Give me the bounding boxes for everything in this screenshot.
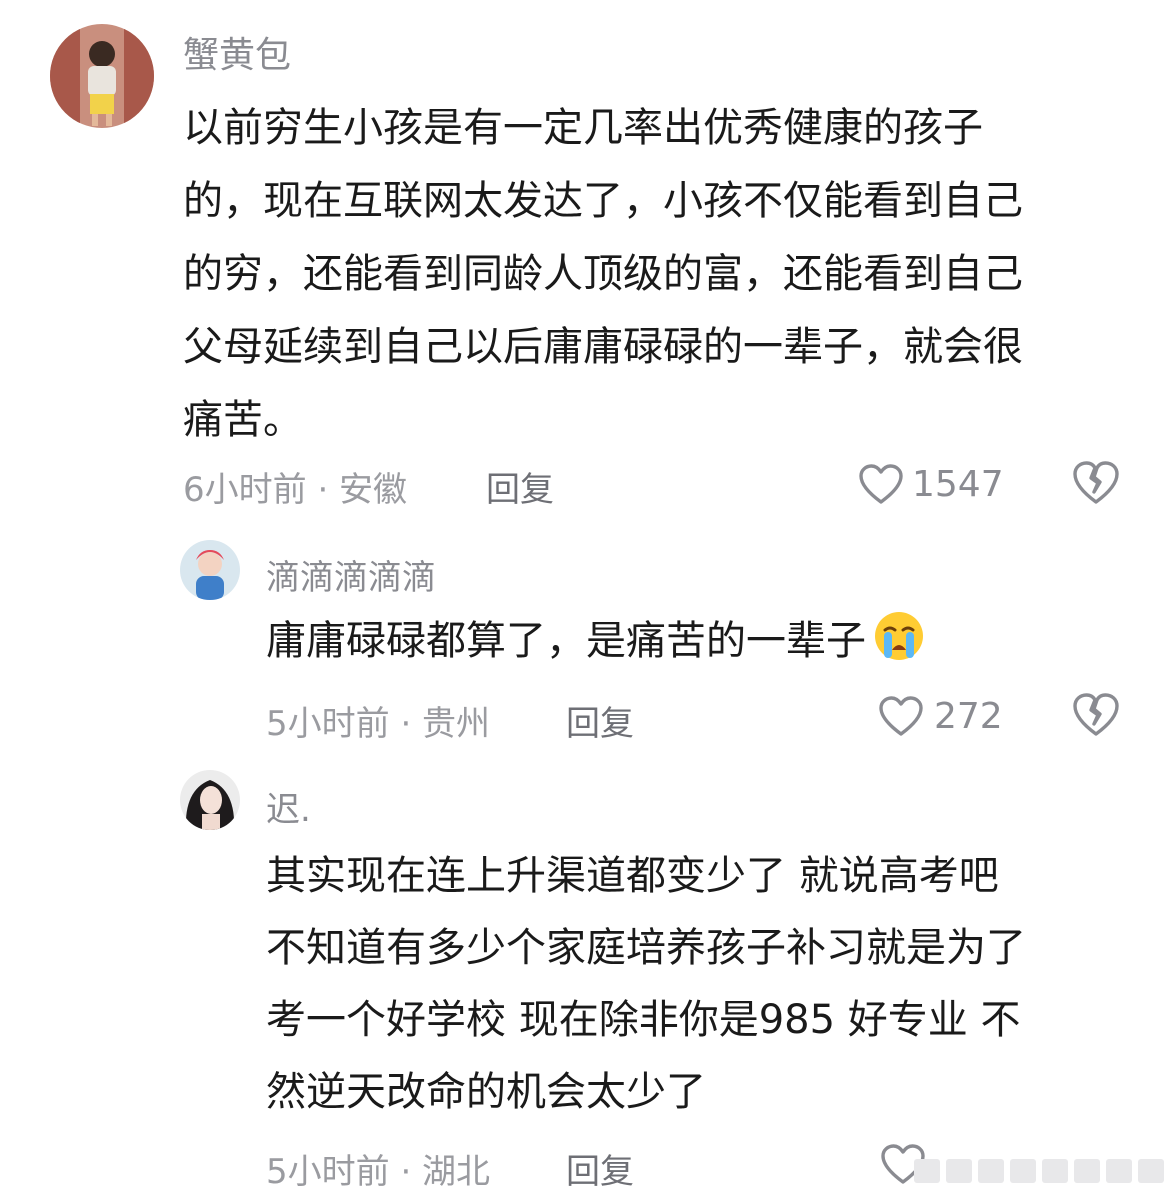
comment-text: 以前穷生小孩是有一定几率出优秀健康的孩子 的，现在互联网太发达了，小孩不仅能看到… — [183, 92, 1023, 457]
crying-face-icon — [870, 610, 928, 677]
reply-button[interactable]: 回复 — [566, 1144, 634, 1193]
broken-heart-icon — [1073, 461, 1119, 504]
comment-meta: 6小时前 · 安徽 — [183, 470, 408, 510]
watermark — [914, 1159, 1164, 1183]
username[interactable]: 滴滴滴滴滴 — [266, 550, 436, 599]
avatar-image — [180, 770, 240, 830]
avatar[interactable] — [180, 540, 240, 600]
text-line: 的，现在互联网太发达了，小孩不仅能看到自己 — [183, 178, 1023, 224]
comment-text: 其实现在连上升渠道都变少了 就说高考吧 不知道有多少个家庭培养孩子补习就是为了 … — [266, 840, 1026, 1128]
heart-outline-icon — [859, 464, 903, 504]
comment-1: 蟹黄包 以前穷生小孩是有一定几率出优秀健康的孩子 的，现在互联网太发达了，小孩不… — [0, 0, 1170, 520]
comment-meta: 5小时前 · 贵州 — [266, 704, 491, 744]
watermark-block — [1138, 1159, 1164, 1183]
broken-heart-icon — [1073, 693, 1119, 736]
reply-button[interactable]: 回复 — [486, 462, 554, 511]
watermark-block — [914, 1159, 940, 1183]
comment-3: 迟. 其实现在连上升渠道都变少了 就说高考吧 不知道有多少个家庭培养孩子补习就是… — [0, 740, 1170, 1193]
dislike-button[interactable] — [1072, 692, 1120, 742]
comment-2: 滴滴滴滴滴 庸庸碌碌都算了，是痛苦的一辈子 5小时前 · 贵州 回复 272 — [0, 520, 1170, 744]
text-line: 父母延续到自己以后庸庸碌碌的一辈子，就会很 — [183, 324, 1023, 370]
text-line: 考一个好学校 现在除非你是985 好专业 不 — [266, 997, 1021, 1043]
text-line: 然逆天改命的机会太少了 — [266, 1069, 706, 1115]
watermark-block — [1010, 1159, 1036, 1183]
watermark-block — [1042, 1159, 1068, 1183]
avatar-image — [180, 540, 240, 600]
like-button[interactable]: 1547 — [858, 460, 1004, 508]
text-line: 不知道有多少个家庭培养孩子补习就是为了 — [266, 925, 1026, 971]
comment-text: 庸庸碌碌都算了，是痛苦的一辈子 — [266, 610, 928, 677]
watermark-block — [1106, 1159, 1132, 1183]
comment-meta: 5小时前 · 湖北 — [266, 1152, 491, 1192]
avatar[interactable] — [50, 24, 154, 128]
like-button[interactable]: 272 — [878, 692, 1003, 740]
reply-button[interactable]: 回复 — [566, 696, 634, 745]
text-line: 庸庸碌碌都算了，是痛苦的一辈子 — [266, 618, 866, 664]
username[interactable]: 蟹黄包 — [183, 26, 291, 78]
avatar-image — [50, 24, 154, 128]
text-line: 的穷，还能看到同龄人顶级的富，还能看到自己 — [183, 251, 1023, 297]
dislike-button[interactable] — [1072, 460, 1120, 510]
watermark-block — [978, 1159, 1004, 1183]
avatar[interactable] — [180, 770, 240, 830]
text-line: 其实现在连上升渠道都变少了 就说高考吧 — [266, 853, 999, 899]
username[interactable]: 迟. — [266, 782, 311, 831]
heart-outline-icon — [879, 696, 923, 736]
watermark-block — [946, 1159, 972, 1183]
watermark-block — [1074, 1159, 1100, 1183]
text-line: 以前穷生小孩是有一定几率出优秀健康的孩子 — [183, 105, 983, 151]
like-count: 272 — [934, 695, 1003, 737]
text-line: 痛苦。 — [183, 397, 303, 443]
like-count: 1547 — [912, 463, 1004, 505]
